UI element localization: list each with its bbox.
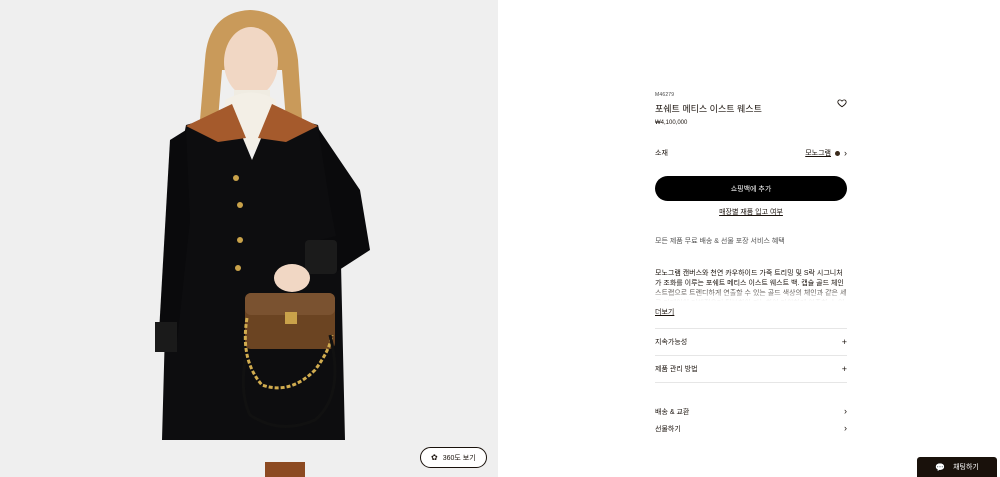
chat-label: 채팅하기 xyxy=(953,464,979,471)
plus-icon: + xyxy=(841,364,847,374)
link-label: 배송 & 교환 xyxy=(655,408,690,416)
material-value-group: 모노그램 › xyxy=(805,148,847,158)
chat-button[interactable]: 💬 채팅하기 xyxy=(917,457,997,477)
link-label: 선물하기 xyxy=(655,425,681,433)
chevron-right-icon: › xyxy=(844,423,847,433)
chevron-right-icon: › xyxy=(844,147,847,158)
product-hero-image: ✿ 360도 보기 xyxy=(0,0,498,477)
accordion-label: 제품 관리 방법 xyxy=(655,366,698,373)
view-360-button[interactable]: ✿ 360도 보기 xyxy=(420,447,487,468)
chat-bubble-icon: 💬 xyxy=(935,462,946,472)
product-description: 모노그램 캔버스와 천연 카우하이드 가죽 트리밍 및 S락 시그니처가 조화를… xyxy=(655,269,847,301)
view-360-label: 360도 보기 xyxy=(442,454,476,462)
material-label: 소재 xyxy=(655,150,668,157)
material-value: 모노그램 xyxy=(805,150,831,157)
title-row: 포쉐트 메티스 이스트 웨스트 xyxy=(655,98,847,115)
product-title: 포쉐트 메티스 이스트 웨스트 xyxy=(655,104,762,114)
rotate-360-icon: ✿ xyxy=(431,452,438,462)
link-gifting[interactable]: 선물하기 › xyxy=(655,420,847,437)
material-selector[interactable]: 소재 모노그램 › xyxy=(655,148,847,158)
product-price: ₩4,100,000 xyxy=(655,120,688,126)
service-notice: 모든 제품 무료 배송 & 선물 포장 서비스 혜택 xyxy=(655,238,785,245)
plus-icon: + xyxy=(841,337,847,347)
product-sku: M46279 xyxy=(655,92,675,98)
product-info-panel: M46279 포쉐트 메티스 이스트 웨스트 ₩4,100,000 소재 모노그… xyxy=(655,92,847,437)
model-photo xyxy=(155,10,370,477)
link-delivery-returns[interactable]: 배송 & 교환 › xyxy=(655,403,847,420)
accordion-sustainability[interactable]: 지속가능성 + xyxy=(655,329,847,355)
accordion-care[interactable]: 제품 관리 방법 + xyxy=(655,356,847,382)
accordion-label: 지속가능성 xyxy=(655,339,688,346)
info-links: 배송 & 교환 › 선물하기 › xyxy=(655,403,847,437)
store-availability-link[interactable]: 매장별 재품 입고 여부 xyxy=(655,207,847,217)
divider xyxy=(655,382,847,383)
add-to-bag-button[interactable]: 쇼핑백에 추가 xyxy=(655,176,847,201)
material-swatch xyxy=(835,150,840,156)
heart-icon[interactable] xyxy=(837,98,847,108)
chevron-right-icon: › xyxy=(844,406,847,416)
accordion: 지속가능성 + 제품 관리 방법 + xyxy=(655,328,847,383)
read-more-link[interactable]: 더보기 xyxy=(655,307,674,317)
